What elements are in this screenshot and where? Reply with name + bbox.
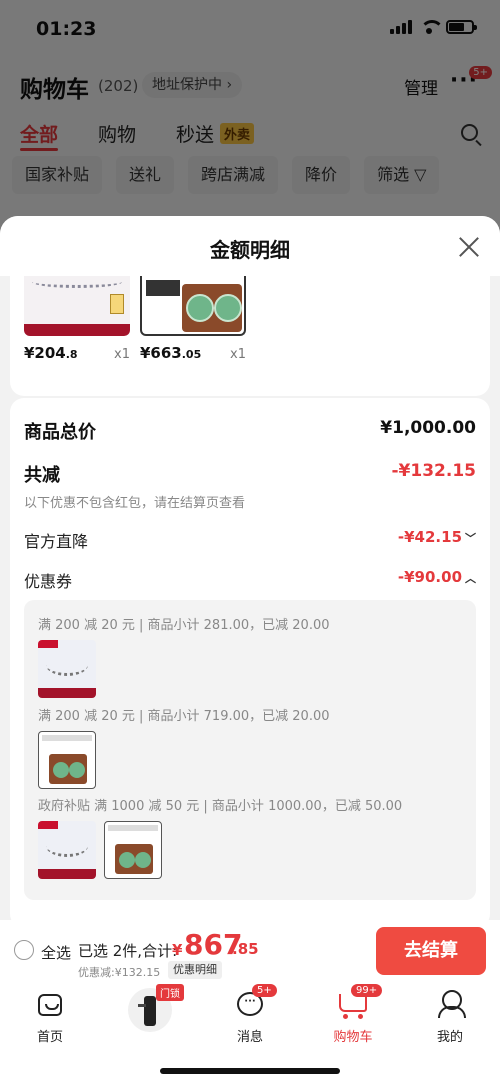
tabbar-cart-label: 购物车: [333, 1030, 373, 1045]
select-all-label[interactable]: 全选: [41, 942, 71, 963]
product-price: ¥204.8: [24, 344, 78, 362]
bottom-tabbar: 首页 门锁 ··· 5+ 消息 99+ 购物车 我的: [0, 982, 500, 1082]
total-amount-decimal: .85: [232, 940, 259, 958]
coupon-line: 满 200 减 20 元 | 商品小计 281.00，已减 20.00: [38, 618, 330, 633]
redpacket-note: 以下优惠不包含红包，请在结算页查看: [24, 496, 246, 511]
price-summary-card: 商品总价 ¥1,000.00 共减 -¥132.15 以下优惠不包含红包，请在结…: [10, 398, 490, 928]
products-card: ¥204.8 x1 ¥663.05 x1: [10, 276, 490, 396]
sheet-title: 金额明细: [210, 238, 290, 262]
coupon-line: 满 200 减 20 元 | 商品小计 719.00，已减 20.00: [38, 709, 330, 724]
close-icon[interactable]: [458, 236, 480, 258]
total-reduction-label: 共减: [24, 465, 60, 486]
user-icon: [438, 990, 466, 1018]
coupon-label: 优惠券: [24, 572, 73, 591]
tabbar-me-label: 我的: [436, 1030, 463, 1045]
product-price: ¥663.05: [140, 344, 202, 362]
tabbar-messages-label: 消息: [236, 1030, 263, 1045]
checkout-bar: 全选 已选 2件,合计: ¥ 867 .85 优惠减:¥132.15 优惠明细 …: [0, 920, 500, 982]
official-discount-label: 官方直降: [24, 532, 89, 551]
checkout-button[interactable]: 去结算: [376, 927, 486, 975]
product-thumbnail-bracelet: [38, 640, 96, 698]
total-currency: ¥: [172, 941, 183, 959]
product-item[interactable]: [140, 276, 246, 336]
coupon-line: 政府补贴 满 1000 减 50 元 | 商品小计 1000.00，已减 50.…: [38, 799, 403, 814]
product-image-bracelet: [24, 276, 130, 336]
total-reduction-value: -¥132.15: [391, 461, 477, 481]
product-thumbnail-liquor: [104, 821, 162, 879]
home-indicator: [160, 1068, 340, 1074]
product-image-liquor: [140, 276, 246, 336]
product-thumbnail-liquor: [38, 731, 96, 789]
coupon-value: -¥90.00 ︿: [397, 568, 476, 586]
select-all-radio[interactable]: [14, 940, 34, 960]
message-badge: 5+: [252, 984, 277, 997]
product-qty: x1: [114, 347, 130, 362]
promo-tag: 门锁: [156, 984, 184, 1001]
chevron-up-icon: ︿: [465, 572, 476, 585]
discount-amount: 优惠减:¥132.15: [78, 966, 161, 979]
chevron-down-icon: ﹀: [465, 532, 476, 545]
product-qty: x1: [230, 347, 246, 362]
official-discount-value: -¥42.15 ﹀: [397, 528, 476, 546]
discount-detail-button[interactable]: 优惠明细: [168, 961, 222, 979]
home-icon: [38, 994, 62, 1016]
coupon-detail-box: 满 200 减 20 元 | 商品小计 281.00，已减 20.00 满 20…: [24, 600, 476, 900]
selected-count: 已选 2件,合计:: [78, 942, 178, 960]
total-price-label: 商品总价: [24, 422, 96, 443]
product-item[interactable]: [24, 276, 130, 336]
cart-badge: 99+: [351, 984, 383, 997]
total-price-value: ¥1,000.00: [380, 418, 476, 438]
product-thumbnail-bracelet: [38, 821, 96, 879]
tabbar-home-label: 首页: [36, 1030, 63, 1045]
sheet-header: 金额明细: [0, 216, 500, 276]
